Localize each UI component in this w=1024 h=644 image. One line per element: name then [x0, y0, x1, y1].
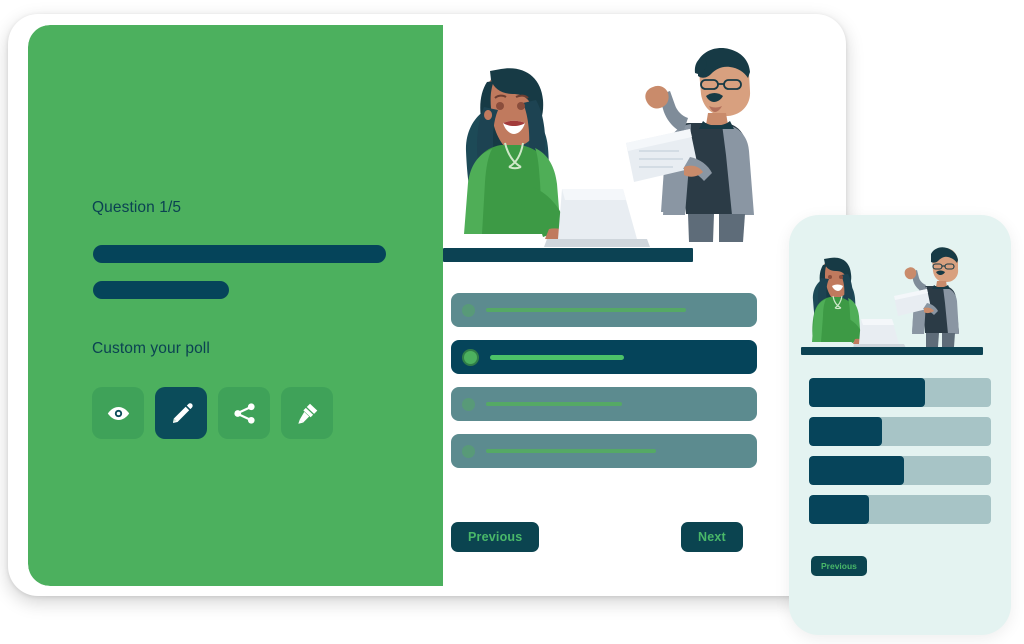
option-text-placeholder: [486, 449, 656, 453]
poll-builder-inner: Question 1/5 Custom your poll Previous N…: [28, 25, 834, 586]
theme-button[interactable]: [281, 387, 333, 439]
radio-icon: [462, 397, 475, 411]
customize-label: Custom your poll: [92, 340, 210, 357]
poll-option-2[interactable]: [451, 340, 757, 374]
preview-button[interactable]: [92, 387, 144, 439]
people-illustration: [443, 47, 834, 262]
option-text-placeholder: [486, 402, 622, 406]
option-text-placeholder: [490, 354, 624, 360]
paintbrush-icon: [295, 401, 320, 426]
tool-button-row: [92, 387, 333, 439]
question-counter: Question 1/5: [92, 199, 182, 216]
radio-icon: [462, 444, 475, 458]
people-illustration-mobile: [801, 247, 999, 357]
question-subtitle-placeholder: [93, 281, 229, 299]
radio-icon-selected: [462, 348, 479, 366]
poll-option-3[interactable]: [451, 387, 757, 421]
poll-option-4[interactable]: [451, 434, 757, 468]
radio-icon: [462, 303, 475, 317]
result-bar-4: [809, 495, 991, 524]
previous-button[interactable]: Previous: [451, 522, 540, 552]
result-bar-2: [809, 417, 991, 446]
screenshot-stage: Question 1/5 Custom your poll Previous N…: [0, 0, 1024, 644]
pencil-icon: [169, 401, 194, 426]
question-sidebar: Question 1/5 Custom your poll: [28, 25, 443, 586]
result-bar-1: [809, 378, 991, 407]
poll-preview-panel: Previous Next: [443, 25, 834, 586]
next-button[interactable]: Next: [681, 522, 743, 552]
result-bar-3: [809, 456, 991, 485]
poll-navigation: Previous Next: [451, 522, 757, 552]
mobile-previous-button[interactable]: Previous: [811, 556, 867, 576]
poll-options-list: [451, 293, 757, 481]
option-text-placeholder: [486, 308, 686, 312]
eye-icon: [106, 401, 131, 426]
mobile-result-bars: [809, 378, 991, 534]
share-icon: [232, 401, 257, 426]
question-title-placeholder: [93, 245, 386, 263]
poll-option-1[interactable]: [451, 293, 757, 327]
poll-builder-card: Question 1/5 Custom your poll Previous N…: [8, 14, 846, 596]
mobile-results-preview: Previous: [789, 215, 1011, 635]
edit-button[interactable]: [155, 387, 207, 439]
share-button[interactable]: [218, 387, 270, 439]
